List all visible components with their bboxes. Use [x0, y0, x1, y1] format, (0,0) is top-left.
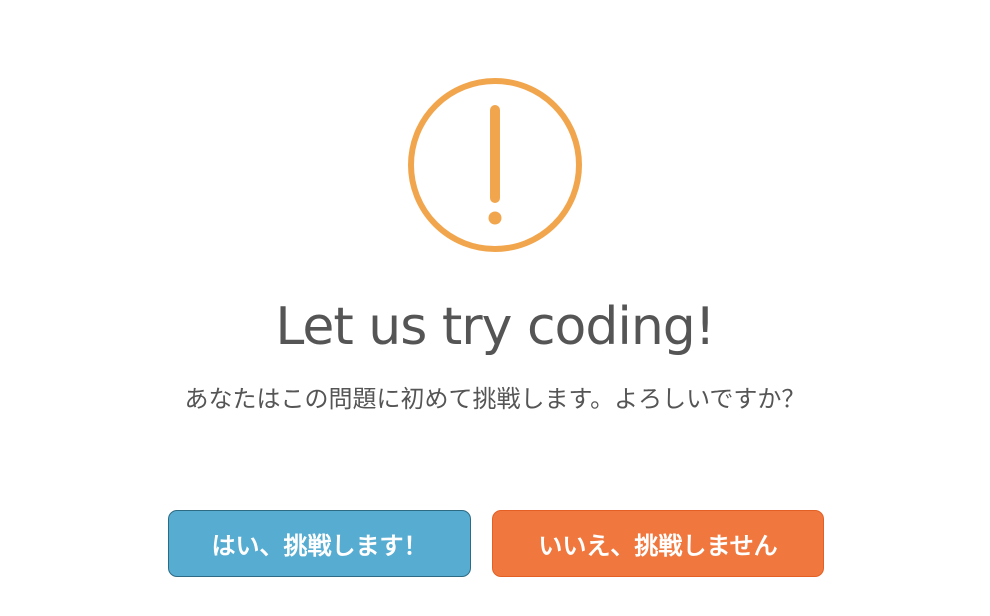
- cancel-button[interactable]: いいえ、挑戦しません: [492, 510, 824, 577]
- dialog-title: Let us try coding!: [275, 297, 715, 357]
- confirm-button[interactable]: はい、挑戦します！: [168, 510, 471, 577]
- confirm-button-label: はい、挑戦します！: [211, 532, 428, 560]
- dialog-message: あなたはこの問題に初めて挑戦します。よろしいですか？: [184, 385, 806, 413]
- cancel-button-label: いいえ、挑戦しません: [538, 532, 778, 560]
- confirmation-dialog: Let us try coding! あなたはこの問題に初めて挑戦します。よろし…: [0, 0, 990, 616]
- exclamation-circle-icon: [405, 75, 585, 255]
